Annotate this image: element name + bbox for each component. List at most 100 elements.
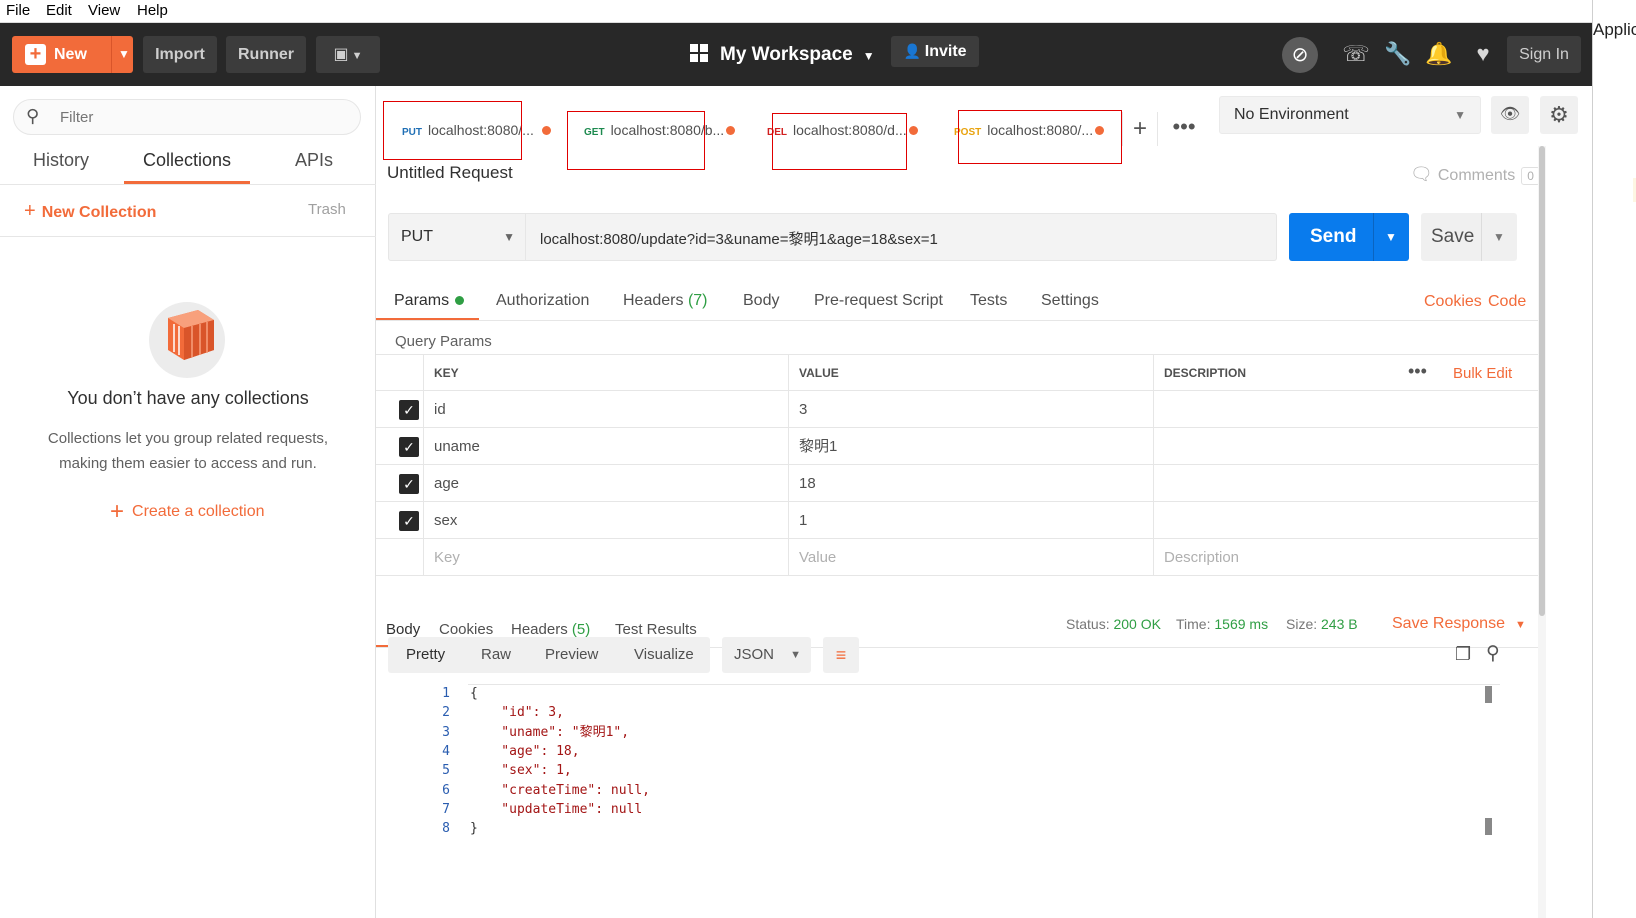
view-preview[interactable]: Preview	[545, 646, 598, 663]
more-tabs-button[interactable]: •••	[1166, 112, 1202, 146]
tab-authorization[interactable]: Authorization	[496, 292, 589, 310]
chevron-down-icon: ▼	[790, 649, 801, 661]
request-title[interactable]: Untitled Request	[387, 163, 513, 183]
new-window-button[interactable]: ▣ ▼	[316, 36, 380, 73]
bell-icon[interactable]: 🔔	[1425, 40, 1453, 68]
code-line: }	[470, 821, 478, 837]
url-field[interactable]	[526, 213, 1277, 261]
add-tab-button[interactable]: +	[1122, 112, 1158, 146]
sync-off-icon[interactable]: ⊘	[1282, 37, 1318, 73]
app-header: + New ▼ Import Runner ▣ ▼ My Workspace ▼ …	[0, 23, 1592, 86]
param-value[interactable]: 1	[788, 502, 1153, 539]
headers-count: (7)	[687, 292, 708, 309]
save-response-button[interactable]: Save Response ▼	[1392, 615, 1526, 633]
copy-icon[interactable]: ❐	[1455, 644, 1471, 665]
comments-button[interactable]: 🗨 Comments 0	[1410, 164, 1540, 185]
more-icon[interactable]: •••	[1408, 355, 1427, 388]
scrollbar-thumb[interactable]	[1539, 146, 1545, 616]
invite-button[interactable]: 👤 Invite	[891, 36, 979, 67]
tab-apis[interactable]: APIs	[295, 150, 333, 171]
menu-view[interactable]: View	[88, 2, 120, 19]
param-value[interactable]: 3	[788, 391, 1153, 428]
save-button[interactable]: Save ▼	[1421, 213, 1517, 261]
param-key[interactable]: sex	[423, 502, 788, 539]
url-input[interactable]	[538, 227, 1258, 249]
chevron-down-icon[interactable]: ▼	[1385, 213, 1397, 261]
view-raw[interactable]: Raw	[481, 646, 511, 663]
response-headers-count: (5)	[571, 621, 591, 638]
param-description[interactable]	[1153, 391, 1538, 428]
wrap-lines-icon[interactable]: ≡	[823, 637, 859, 673]
new-key-input[interactable]: Key	[423, 539, 788, 576]
gear-icon[interactable]: ⚙	[1540, 96, 1578, 134]
response-tab-headers[interactable]: Headers (5)	[511, 621, 590, 638]
runner-button[interactable]: Runner	[226, 36, 306, 73]
row-checkbox[interactable]: ✓	[399, 474, 419, 494]
tab-headers[interactable]: Headers (7)	[623, 292, 708, 310]
menu-file[interactable]: File	[6, 2, 30, 19]
new-collection-button[interactable]: + New Collection	[24, 200, 156, 223]
eye-icon[interactable]: 👁	[1491, 96, 1529, 134]
tab-history[interactable]: History	[33, 150, 89, 171]
menu-help[interactable]: Help	[137, 2, 168, 19]
import-button[interactable]: Import	[143, 36, 217, 73]
send-button[interactable]: Send ▼	[1289, 213, 1409, 261]
status-readout: Status: 200 OK	[1066, 616, 1161, 632]
chevron-down-icon[interactable]: ▼	[1493, 213, 1505, 261]
create-collection-button[interactable]: + Create a collection	[110, 498, 265, 526]
heart-icon[interactable]: ♥	[1469, 40, 1497, 68]
row-checkbox[interactable]: ✓	[399, 511, 419, 531]
tab-tests[interactable]: Tests	[970, 292, 1007, 310]
row-checkbox[interactable]: ✓	[399, 437, 419, 457]
param-key[interactable]: id	[423, 391, 788, 428]
param-value[interactable]: 18	[788, 465, 1153, 502]
tab-collections[interactable]: Collections	[143, 150, 231, 171]
chevron-down-icon: ▼	[503, 230, 515, 244]
sign-in-button[interactable]: Sign In	[1507, 36, 1581, 73]
workspace-selector[interactable]: My Workspace ▼	[690, 36, 875, 73]
minimap-scroll-bottom[interactable]	[1485, 818, 1492, 835]
param-value[interactable]: 黎明1	[788, 428, 1153, 465]
chevron-down-icon[interactable]: ▼	[118, 36, 130, 73]
new-value-input[interactable]: Value	[788, 539, 1153, 576]
response-body[interactable]: 1 2 3 4 5 6 7 8 { "id": 3, "uname": "黎明1…	[376, 684, 1516, 844]
send-label: Send	[1310, 226, 1357, 247]
satellite-icon[interactable]: ☏	[1342, 40, 1370, 68]
trash-link[interactable]: Trash	[308, 201, 346, 218]
response-tab-cookies[interactable]: Cookies	[439, 621, 493, 638]
new-description-input[interactable]: Description	[1153, 539, 1538, 576]
tab-params[interactable]: Params	[394, 292, 465, 310]
tab-body[interactable]: Body	[743, 292, 779, 310]
filter-field[interactable]: ⚲	[13, 99, 361, 135]
response-tab-body[interactable]: Body	[386, 621, 420, 638]
code-line: "sex": 1,	[470, 763, 572, 779]
bulk-edit-link[interactable]: Bulk Edit	[1453, 355, 1512, 392]
param-description[interactable]	[1153, 428, 1538, 465]
save-label: Save	[1431, 226, 1475, 247]
filter-input[interactable]	[58, 106, 348, 128]
wrench-icon[interactable]: 🔧	[1384, 40, 1412, 68]
param-description[interactable]	[1153, 502, 1538, 539]
method-selector[interactable]: PUT ▼	[388, 213, 526, 261]
view-mode-bar: Pretty Raw Preview Visualize	[388, 637, 710, 673]
view-pretty[interactable]: Pretty	[406, 646, 445, 663]
minimap-scroll-top[interactable]	[1485, 686, 1492, 703]
param-key[interactable]: age	[423, 465, 788, 502]
search-icon[interactable]: ⚲	[1486, 642, 1500, 665]
param-key[interactable]: uname	[423, 428, 788, 465]
tab-pre-request-script[interactable]: Pre-request Script	[814, 292, 943, 310]
row-checkbox[interactable]: ✓	[399, 400, 419, 420]
tab-settings[interactable]: Settings	[1041, 292, 1099, 310]
response-tab-test-results[interactable]: Test Results	[615, 621, 697, 638]
cookies-link[interactable]: Cookies	[1424, 293, 1482, 311]
environment-selector[interactable]: No Environment ▼	[1219, 96, 1481, 134]
new-button[interactable]: + New ▼	[12, 36, 133, 73]
param-description[interactable]	[1153, 465, 1538, 502]
code-link[interactable]: Code	[1488, 293, 1526, 311]
unsaved-dot	[908, 126, 918, 135]
vertical-scrollbar[interactable]	[1538, 146, 1546, 918]
view-visualize[interactable]: Visualize	[634, 646, 694, 663]
menu-edit[interactable]: Edit	[46, 2, 72, 19]
format-selector[interactable]: JSON ▼	[722, 637, 811, 673]
empty-collection-illustration	[149, 302, 225, 378]
